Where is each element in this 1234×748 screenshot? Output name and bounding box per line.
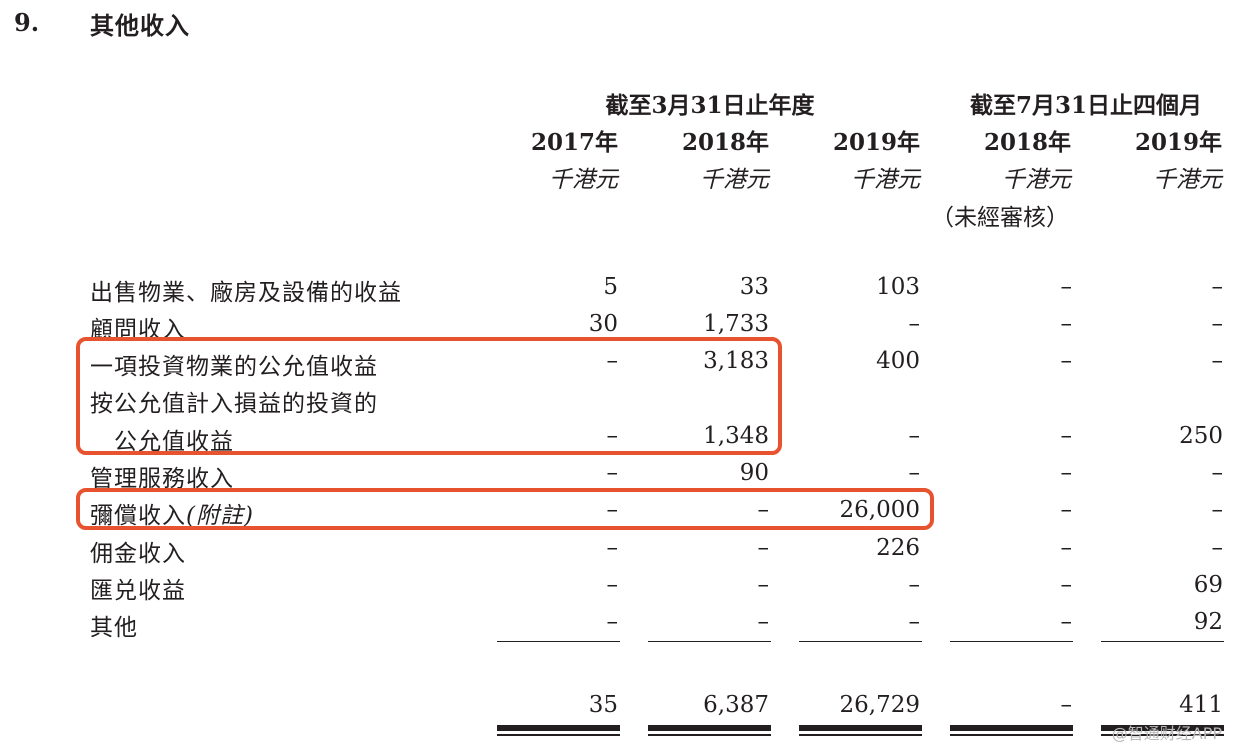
table-cell: – (908, 572, 921, 598)
highlight-box-fair-value-gains (76, 337, 782, 455)
table-cell: – (1060, 460, 1073, 486)
unit-label-col2: 千港元 (700, 167, 769, 193)
table-cell: – (757, 609, 770, 635)
table-cell: – (1211, 460, 1224, 486)
table-cell: – (1211, 497, 1224, 523)
section-title: 其他收入 (90, 11, 190, 40)
table-cell: – (606, 572, 619, 598)
table-cell: – (1211, 311, 1224, 337)
column-group-year-ended: 截至3月31日止年度 (605, 92, 815, 119)
unaudited-note: （未經審核） (931, 205, 1069, 231)
table-cell: 69 (1193, 572, 1223, 598)
table-cell: – (908, 311, 921, 337)
table-cell: – (606, 460, 619, 486)
table-cell: – (1211, 535, 1224, 561)
table-cell: – (1060, 609, 1073, 635)
table-cell: 1,733 (703, 311, 769, 337)
table-cell: – (1060, 274, 1073, 300)
table-cell: – (1211, 274, 1224, 300)
total-double-rule (497, 725, 620, 737)
table-cell: – (1211, 348, 1224, 374)
unit-label-col5: 千港元 (1153, 167, 1222, 193)
table-cell: – (757, 535, 770, 561)
year-header-col5: 2019年 (1134, 129, 1222, 156)
table-cell: – (1060, 497, 1073, 523)
unit-label-col1: 千港元 (549, 167, 618, 193)
table-cell: 103 (876, 274, 920, 300)
highlight-box-indemnity-income (76, 488, 934, 530)
table-cell: 92 (1193, 609, 1223, 635)
unit-label-col3: 千港元 (851, 167, 920, 193)
table-cell: – (1060, 535, 1073, 561)
subtotal-rule (950, 641, 1073, 642)
row-label: 匯兑收益 (90, 578, 186, 604)
total-cell: 411 (1179, 692, 1223, 718)
subtotal-rule (1101, 641, 1224, 642)
subtotal-rule (799, 641, 922, 642)
table-cell: – (606, 609, 619, 635)
total-cell: 6,387 (703, 692, 769, 718)
table-cell: – (606, 535, 619, 561)
table-cell: – (1060, 311, 1073, 337)
total-double-rule (799, 725, 922, 737)
table-cell: 90 (739, 460, 769, 486)
table-cell: 226 (876, 535, 920, 561)
subtotal-rule (497, 641, 620, 642)
watermark: @智通财经APP (1111, 724, 1222, 743)
table-cell: – (908, 460, 921, 486)
total-cell: 35 (588, 692, 618, 718)
table-cell: – (1060, 348, 1073, 374)
table-cell: 400 (876, 348, 920, 374)
table-cell: – (757, 572, 770, 598)
table-cell: 33 (739, 274, 769, 300)
total-double-rule (950, 725, 1073, 737)
row-label: 佣金收入 (90, 541, 186, 567)
table-cell: 5 (603, 274, 618, 300)
total-cell: – (1060, 692, 1073, 718)
year-header-col2: 2018年 (681, 129, 769, 156)
column-group-four-months: 截至7月31日止四個月 (969, 92, 1202, 119)
table-cell: 30 (588, 311, 618, 337)
table-cell: – (908, 609, 921, 635)
total-double-rule (648, 725, 771, 737)
table-cell: – (1060, 572, 1073, 598)
table-cell: – (1060, 423, 1073, 449)
table-cell: – (908, 423, 921, 449)
table-cell: 250 (1179, 423, 1223, 449)
section-number: 9. (14, 8, 40, 37)
row-label: 出售物業、廠房及設備的收益 (90, 280, 402, 306)
year-header-col4: 2018年 (983, 129, 1071, 156)
year-header-col3: 2019年 (832, 129, 920, 156)
total-cell: 26,729 (839, 692, 920, 718)
row-label: 其他 (90, 615, 138, 641)
year-header-col1: 2017年 (530, 129, 618, 156)
unit-label-col4: 千港元 (1002, 167, 1071, 193)
subtotal-rule (648, 641, 771, 642)
